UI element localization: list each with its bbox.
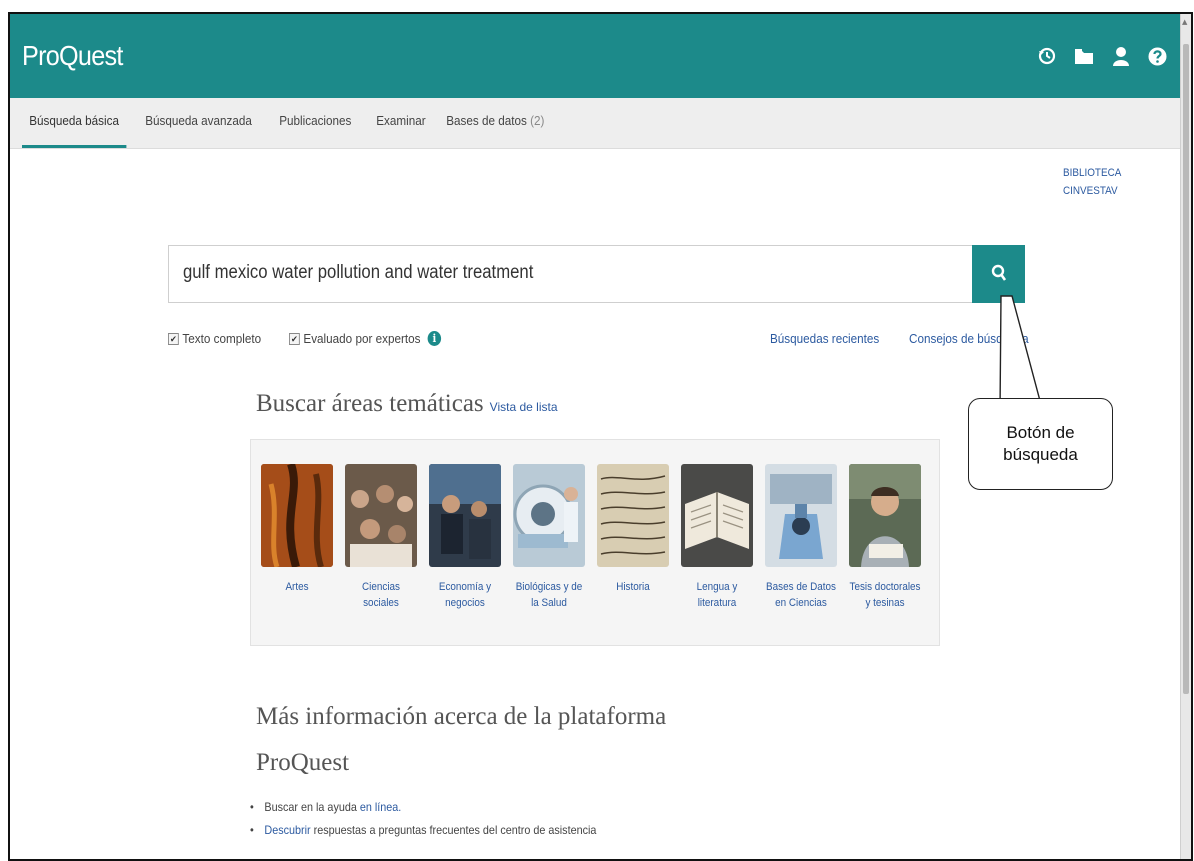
search-button[interactable] — [972, 245, 1025, 303]
subject-label-line2: literatura — [697, 597, 737, 609]
help-icon[interactable] — [1148, 47, 1167, 66]
platform-info-line2: ProQuest — [256, 749, 350, 776]
tab-bases-label: Bases de datos — [446, 113, 528, 128]
subject-biologicas-salud[interactable]: Biológicas y de la Salud — [509, 464, 589, 611]
discover-link[interactable]: Descubrir — [264, 823, 310, 837]
scrollbar-thumb[interactable] — [1183, 44, 1189, 694]
subject-label-line1: Bases de Datos — [766, 581, 836, 593]
tesis-thumbnail — [849, 464, 921, 567]
subject-tesis-doctorales[interactable]: Tesis doctorales y tesinas — [845, 464, 925, 611]
subject-label-line1: Lengua y — [696, 581, 738, 593]
subject-areas-heading: Buscar áreas temáticas Vista de lista — [256, 390, 558, 418]
economia-thumbnail — [429, 464, 501, 567]
subject-label-line2: en Ciencias — [775, 597, 827, 609]
full-text-checkbox[interactable]: ✔ — [168, 332, 179, 345]
tab-publicaciones[interactable]: Publicaciones — [272, 98, 359, 148]
proquest-logo[interactable]: ProQuest — [22, 40, 123, 72]
search-icon — [991, 264, 1007, 281]
subject-lengua-literatura[interactable]: Lengua y literatura — [677, 464, 757, 611]
info-icon[interactable]: i — [428, 331, 442, 346]
subject-label-line2: la Salud — [531, 597, 567, 609]
subject-areas-title: Buscar áreas temáticas — [256, 390, 484, 417]
subject-historia[interactable]: Historia — [593, 464, 673, 595]
subject-label-line1: Artes — [285, 581, 309, 593]
tab-busqueda-basica[interactable]: Búsqueda básica — [22, 98, 127, 148]
platform-info-line1: Más información acerca de la plataforma — [256, 703, 667, 730]
full-text-option[interactable]: ✔ Texto completo — [168, 331, 261, 346]
nav-bar: Búsqueda básica Búsqueda avanzada Public… — [10, 98, 1181, 149]
peer-reviewed-checkbox[interactable]: ✔ — [289, 332, 301, 345]
list-item: Descubrir respuestas a preguntas frecuen… — [250, 819, 596, 842]
tab-bases-de-datos[interactable]: Bases de datos (2) — [439, 98, 552, 148]
subject-label-line2: negocios — [445, 597, 485, 609]
peer-reviewed-option[interactable]: ✔ Evaluado por expertos i — [289, 331, 442, 346]
subject-label-line1: Economía y — [438, 581, 492, 593]
platform-info-heading: Más información acerca de la plataforma … — [256, 694, 666, 786]
historia-thumbnail — [597, 464, 669, 567]
search-button-callout: Botón de búsqueda — [968, 398, 1113, 490]
online-help-link[interactable]: en línea. — [360, 800, 401, 814]
institution-line2: CINVESTAV — [1063, 185, 1118, 197]
faq-text: respuestas a preguntas frecuentes del ce… — [310, 823, 597, 837]
ciencias-sociales-thumbnail — [345, 464, 417, 567]
tab-examinar[interactable]: Examinar — [369, 98, 433, 148]
history-icon[interactable] — [1038, 47, 1056, 65]
folder-icon[interactable] — [1074, 48, 1094, 65]
search-tips-link[interactable]: Consejos de búsqueda — [909, 331, 1029, 346]
subject-label-line1: Historia — [616, 581, 650, 593]
header-bar: ProQuest — [10, 14, 1181, 98]
search-input[interactable] — [183, 262, 852, 284]
subject-label-line2: sociales — [363, 597, 399, 609]
vertical-scrollbar[interactable]: ▲ — [1180, 14, 1191, 859]
list-view-link[interactable]: Vista de lista — [490, 400, 558, 414]
ciencias-thumbnail — [765, 464, 837, 567]
help-text: Buscar en la ayuda — [264, 800, 360, 814]
scroll-up-icon[interactable]: ▲ — [1182, 18, 1187, 26]
peer-reviewed-label: Evaluado por expertos — [303, 331, 421, 346]
database-count: (2) — [530, 113, 545, 128]
biologicas-thumbnail — [513, 464, 585, 567]
search-box — [168, 245, 974, 303]
subject-bases-datos-ciencias[interactable]: Bases de Datos en Ciencias — [761, 464, 841, 611]
callout-line1: Botón de — [1006, 423, 1075, 442]
recent-searches-link[interactable]: Búsquedas recientes — [770, 331, 879, 346]
institution-link[interactable]: BIBLIOTECA CINVESTAV — [1063, 164, 1121, 200]
subject-label-line1: Biológicas y de — [515, 581, 583, 593]
list-item: Buscar en la ayuda en línea. — [250, 796, 596, 819]
subject-economia-negocios[interactable]: Economía y negocios — [425, 464, 505, 611]
subject-ciencias-sociales[interactable]: Ciencias sociales — [341, 464, 421, 611]
subject-label-line1: Ciencias — [362, 581, 400, 593]
full-text-label: Texto completo — [182, 331, 262, 346]
tab-busqueda-avanzada[interactable]: Búsqueda avanzada — [138, 98, 259, 148]
subject-areas-panel: Artes Ciencias sociales Economía y negocio… — [250, 439, 940, 646]
subject-label-line1: Tesis doctorales — [849, 581, 921, 593]
subject-label-line2: y tesinas — [865, 597, 905, 609]
institution-line1: BIBLIOTECA — [1063, 167, 1122, 179]
help-links-list: Buscar en la ayuda en línea. Descubrir r… — [250, 796, 635, 842]
subject-artes[interactable]: Artes — [257, 464, 337, 595]
callout-line2: búsqueda — [1003, 445, 1078, 464]
lengua-thumbnail — [681, 464, 753, 567]
artes-thumbnail — [261, 464, 333, 567]
user-icon[interactable] — [1112, 46, 1130, 66]
